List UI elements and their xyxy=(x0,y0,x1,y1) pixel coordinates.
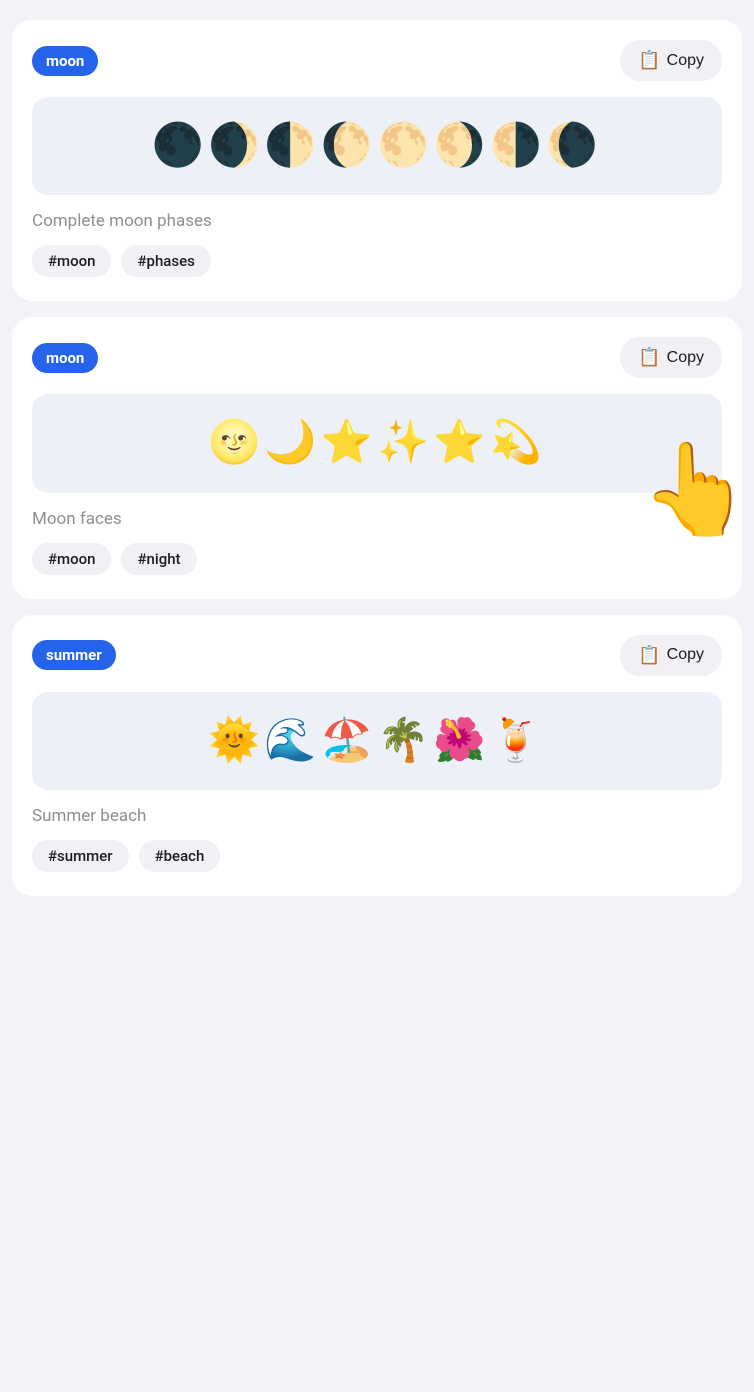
card-description: Complete moon phases xyxy=(32,211,722,231)
clipboard-icon: 📋 xyxy=(638,645,660,666)
copy-label: Copy xyxy=(667,349,704,367)
emoji-display: 🌑🌒🌓🌔🌕🌖🌗🌘 xyxy=(32,97,722,195)
emoji-card: moon 📋 Copy 🌑🌒🌓🌔🌕🌖🌗🌘 Complete moon phase… xyxy=(12,20,742,301)
copy-label: Copy xyxy=(667,646,704,664)
hashtag[interactable]: #summer xyxy=(32,840,129,872)
emoji-display: 🌝🌙⭐✨⭐💫 xyxy=(32,394,722,492)
clipboard-icon: 📋 xyxy=(638,50,660,71)
emoji-content: 🌞🌊🏖️🌴🌺🍹 xyxy=(208,716,546,766)
hashtag[interactable]: #beach xyxy=(139,840,221,872)
tag-badge: summer xyxy=(32,640,116,670)
hashtag[interactable]: #phases xyxy=(121,245,210,277)
emoji-content: 🌝🌙⭐✨⭐💫 xyxy=(208,418,546,468)
clipboard-icon: 📋 xyxy=(638,347,660,368)
tag-badge: moon xyxy=(32,46,98,76)
emoji-card: summer 📋 Copy 🌞🌊🏖️🌴🌺🍹 Summer beach #summ… xyxy=(12,615,742,896)
hashtags-container: #summer #beach xyxy=(32,840,722,872)
card-description: Summer beach xyxy=(32,806,722,826)
copy-button[interactable]: 📋 Copy xyxy=(620,40,722,81)
copy-label: Copy xyxy=(667,52,704,70)
card-header: moon 📋 Copy xyxy=(32,40,722,81)
hashtag[interactable]: #moon xyxy=(32,245,111,277)
emoji-display: 🌞🌊🏖️🌴🌺🍹 xyxy=(32,692,722,790)
card-header: summer 📋 Copy xyxy=(32,635,722,676)
card-description: Moon faces xyxy=(32,509,722,529)
emoji-card: moon 📋 Copy 🌝🌙⭐✨⭐💫 Moon faces #moon #nigh… xyxy=(12,317,742,598)
hashtags-container: #moon #night xyxy=(32,543,722,575)
hashtag[interactable]: #moon xyxy=(32,543,111,575)
hashtag[interactable]: #night xyxy=(121,543,196,575)
copy-button[interactable]: 📋 Copy xyxy=(620,635,722,676)
card-header: moon 📋 Copy xyxy=(32,337,722,378)
tag-badge: moon xyxy=(32,343,98,373)
hashtags-container: #moon #phases xyxy=(32,245,722,277)
copy-button[interactable]: 📋 Copy xyxy=(620,337,722,378)
emoji-content: 🌑🌒🌓🌔🌕🌖🌗🌘 xyxy=(152,121,602,171)
